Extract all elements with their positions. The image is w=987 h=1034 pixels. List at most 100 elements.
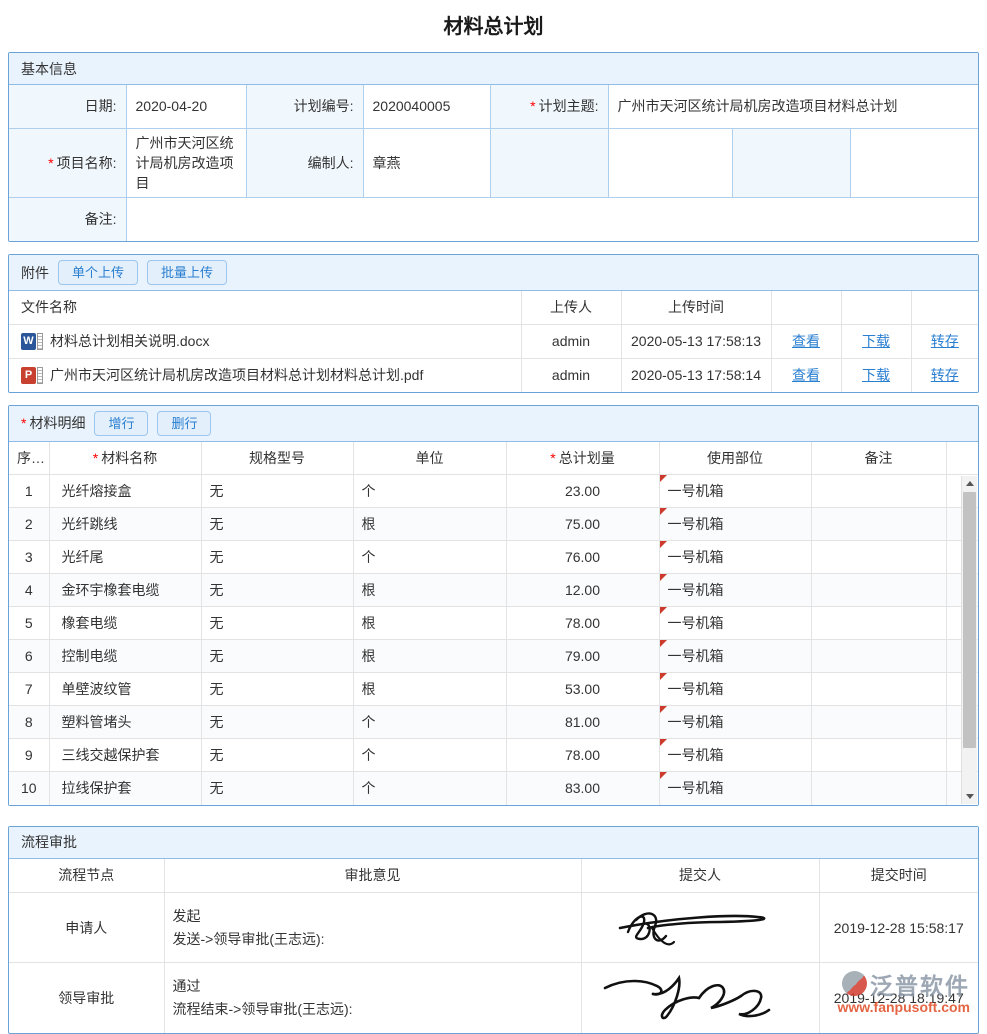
unit-cell[interactable]: 个 [353,475,506,508]
single-upload-button[interactable]: 单个上传 [58,260,138,285]
scroll-up-icon[interactable] [962,476,977,491]
material-row[interactable]: 2 光纤跳线 无 根 75.00 一号机箱 [9,508,978,541]
material-row[interactable]: 6 控制电缆 无 根 79.00 一号机箱 [9,640,978,673]
name-cell[interactable]: 光纤尾 [49,541,201,574]
no-cell[interactable]: 8 [9,706,49,739]
name-cell[interactable]: 单壁波纹管 [49,673,201,706]
delete-row-button[interactable]: 删行 [157,411,211,436]
remark-cell[interactable] [811,640,946,673]
no-cell[interactable]: 1 [9,475,49,508]
spec-cell[interactable]: 无 [201,739,353,772]
qty-cell[interactable]: 79.00 [506,640,659,673]
unit-cell[interactable]: 个 [353,772,506,805]
view-link[interactable]: 查看 [792,333,820,349]
spec-cell[interactable]: 无 [201,508,353,541]
name-cell[interactable]: 拉线保护套 [49,772,201,805]
remark-cell[interactable] [811,607,946,640]
material-table: 序号 *材料名称 规格型号 单位 *总计划量 使用部位 备注 1 光纤熔接盒 无… [9,442,978,805]
location-cell[interactable]: 一号机箱 [659,574,811,607]
location-cell[interactable]: 一号机箱 [659,640,811,673]
comment-marker-icon [660,772,667,779]
location-cell[interactable]: 一号机箱 [659,739,811,772]
location-cell[interactable]: 一号机箱 [659,706,811,739]
download-link[interactable]: 下载 [862,333,890,349]
unit-cell[interactable]: 个 [353,706,506,739]
view-link[interactable]: 查看 [792,367,820,383]
qty-cell[interactable]: 78.00 [506,607,659,640]
spec-cell[interactable]: 无 [201,574,353,607]
qty-cell[interactable]: 75.00 [506,508,659,541]
qty-cell[interactable]: 78.00 [506,739,659,772]
spec-cell[interactable]: 无 [201,772,353,805]
save-as-link[interactable]: 转存 [931,367,959,383]
remark-cell[interactable] [811,574,946,607]
location-cell[interactable]: 一号机箱 [659,673,811,706]
batch-upload-button[interactable]: 批量上传 [147,260,227,285]
no-cell[interactable]: 7 [9,673,49,706]
name-cell[interactable]: 塑料管堵头 [49,706,201,739]
qty-cell[interactable]: 53.00 [506,673,659,706]
remark-cell[interactable] [811,541,946,574]
material-row[interactable]: 8 塑料管堵头 无 个 81.00 一号机箱 [9,706,978,739]
download-link[interactable]: 下载 [862,367,890,383]
save-as-link[interactable]: 转存 [931,333,959,349]
name-cell[interactable]: 光纤跳线 [49,508,201,541]
no-cell[interactable]: 3 [9,541,49,574]
qty-cell[interactable]: 83.00 [506,772,659,805]
remark-cell[interactable] [811,508,946,541]
empty-value-cell [850,128,978,197]
remark-cell[interactable] [811,739,946,772]
material-row[interactable]: 1 光纤熔接盒 无 个 23.00 一号机箱 [9,475,978,508]
comment-marker-icon [660,541,667,548]
location-cell[interactable]: 一号机箱 [659,475,811,508]
location-cell[interactable]: 一号机箱 [659,541,811,574]
spec-cell[interactable]: 无 [201,673,353,706]
material-row[interactable]: 4 金环宇橡套电缆 无 根 12.00 一号机箱 [9,574,978,607]
unit-cell[interactable]: 根 [353,673,506,706]
remark-cell[interactable] [811,475,946,508]
name-cell[interactable]: 橡套电缆 [49,607,201,640]
spec-cell[interactable]: 无 [201,541,353,574]
no-cell[interactable]: 4 [9,574,49,607]
unit-cell[interactable]: 根 [353,574,506,607]
comment-marker-icon [660,574,667,581]
qty-cell[interactable]: 81.00 [506,706,659,739]
approval-header-row: 流程节点 审批意见 提交人 提交时间 [9,859,978,893]
spec-cell[interactable]: 无 [201,607,353,640]
material-row[interactable]: 7 单壁波纹管 无 根 53.00 一号机箱 [9,673,978,706]
unit-cell[interactable]: 个 [353,541,506,574]
location-cell[interactable]: 一号机箱 [659,607,811,640]
scrollbar-thumb[interactable] [963,492,976,748]
no-cell[interactable]: 5 [9,607,49,640]
no-cell[interactable]: 6 [9,640,49,673]
remark-cell[interactable] [811,673,946,706]
name-cell[interactable]: 金环宇橡套电缆 [49,574,201,607]
material-row[interactable]: 5 橡套电缆 无 根 78.00 一号机箱 [9,607,978,640]
qty-cell[interactable]: 23.00 [506,475,659,508]
spec-cell[interactable]: 无 [201,706,353,739]
name-cell[interactable]: 光纤熔接盒 [49,475,201,508]
qty-cell[interactable]: 12.00 [506,574,659,607]
spec-cell[interactable]: 无 [201,475,353,508]
name-cell[interactable]: 控制电缆 [49,640,201,673]
location-cell[interactable]: 一号机箱 [659,772,811,805]
spec-cell[interactable]: 无 [201,640,353,673]
no-cell[interactable]: 9 [9,739,49,772]
no-cell[interactable]: 2 [9,508,49,541]
material-row[interactable]: 3 光纤尾 无 个 76.00 一号机箱 [9,541,978,574]
location-cell[interactable]: 一号机箱 [659,508,811,541]
unit-cell[interactable]: 根 [353,607,506,640]
remark-cell[interactable] [811,706,946,739]
unit-cell[interactable]: 根 [353,508,506,541]
no-cell[interactable]: 10 [9,772,49,805]
qty-cell[interactable]: 76.00 [506,541,659,574]
unit-cell[interactable]: 个 [353,739,506,772]
scroll-down-icon[interactable] [962,789,978,804]
material-row[interactable]: 10 拉线保护套 无 个 83.00 一号机箱 [9,772,978,805]
name-cell[interactable]: 三线交越保护套 [49,739,201,772]
vertical-scrollbar[interactable] [961,476,977,804]
remark-cell[interactable] [811,772,946,805]
material-row[interactable]: 9 三线交越保护套 无 个 78.00 一号机箱 [9,739,978,772]
unit-cell[interactable]: 根 [353,640,506,673]
add-row-button[interactable]: 增行 [94,411,148,436]
